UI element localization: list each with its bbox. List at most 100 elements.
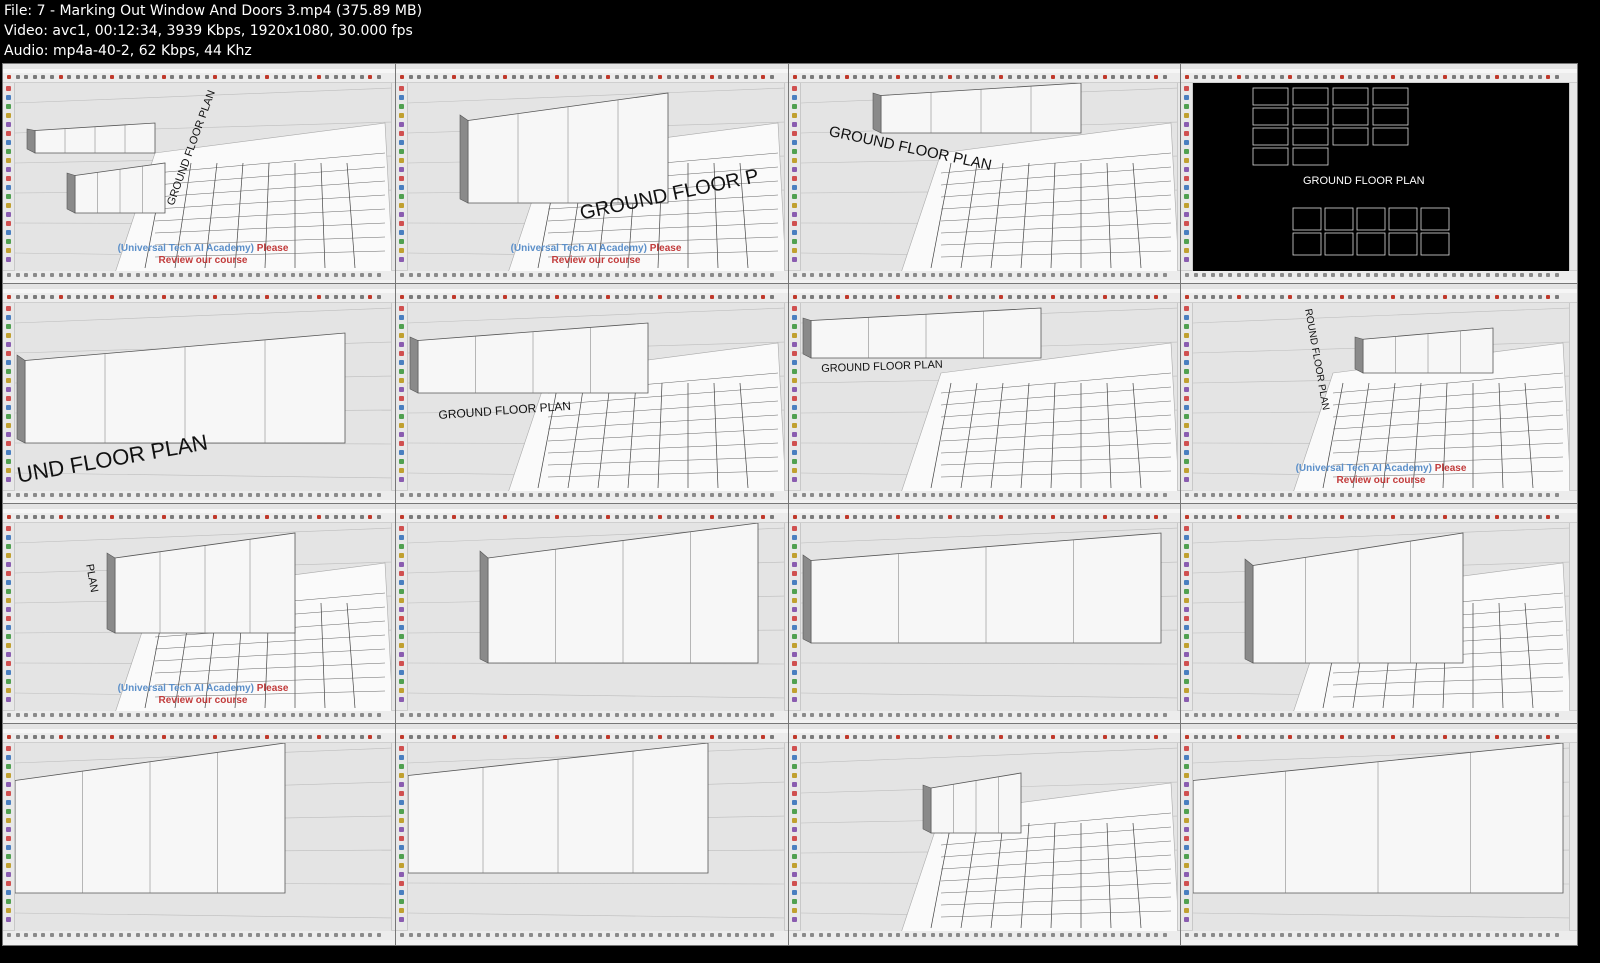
toolbar-icon[interactable] [563, 933, 568, 937]
tool-icon[interactable] [1184, 746, 1189, 751]
toolbar-icon[interactable] [887, 713, 892, 717]
toolbar-icon[interactable] [359, 933, 364, 937]
tool-icon[interactable] [792, 230, 797, 235]
toolbar-icon[interactable] [761, 295, 766, 299]
toolbar-icon[interactable] [1262, 515, 1267, 519]
toolbar-icon[interactable] [520, 735, 525, 739]
toolbar-icon[interactable] [546, 273, 551, 277]
toolbar-icon[interactable] [1076, 493, 1081, 497]
toolbar-icon[interactable] [701, 295, 705, 299]
toolbar-icon[interactable] [503, 735, 508, 739]
tool-icon[interactable] [792, 580, 797, 585]
toolbar-icon[interactable] [359, 75, 364, 79]
toolbar-icon[interactable] [861, 273, 866, 277]
toolbar-icon[interactable] [153, 735, 158, 739]
tool-icon[interactable] [1184, 423, 1189, 428]
toolbar-icon[interactable] [1460, 273, 1465, 277]
tool-icon[interactable] [1184, 104, 1189, 109]
tool-icon[interactable] [792, 257, 797, 262]
tool-icon[interactable] [399, 441, 404, 446]
toolbar-icon[interactable] [990, 273, 995, 277]
toolbar-icon[interactable] [333, 713, 338, 717]
toolbar-icon[interactable] [1154, 273, 1159, 277]
tool-icon[interactable] [399, 652, 404, 657]
toolbar-icon[interactable] [1494, 713, 1499, 717]
tool-icon[interactable] [1184, 670, 1189, 675]
toolbar-icon[interactable] [127, 933, 132, 937]
toolbar-icon[interactable] [589, 273, 594, 277]
toolbar-icon[interactable] [118, 493, 123, 497]
toolbar-icon[interactable] [1486, 493, 1490, 497]
toolbar-icon[interactable] [256, 75, 261, 79]
toolbar-icon[interactable] [947, 75, 952, 79]
toolbar-icon[interactable] [1434, 735, 1439, 739]
toolbar-icon[interactable] [443, 735, 447, 739]
toolbar-icon[interactable] [999, 515, 1004, 519]
toolbar-icon[interactable] [273, 493, 278, 497]
toolbar-icon[interactable] [1391, 515, 1396, 519]
toolbar-icon[interactable] [503, 273, 508, 277]
tool-icon[interactable] [1184, 800, 1189, 805]
toolbar-icon[interactable] [41, 713, 46, 717]
tool-icon[interactable] [792, 607, 797, 612]
toolbar-icon[interactable] [956, 295, 961, 299]
model-viewport[interactable]: GROUND FLOOR P (Universal Tech AI Academy… [408, 83, 784, 271]
toolbar-icon[interactable] [408, 273, 413, 277]
toolbar-icon[interactable] [718, 273, 723, 277]
toolbar-icon[interactable] [1137, 273, 1141, 277]
toolbar-icon[interactable] [999, 735, 1004, 739]
toolbar-icon[interactable] [1119, 75, 1124, 79]
toolbar-icon[interactable] [675, 75, 680, 79]
toolbar-icon[interactable] [546, 933, 551, 937]
toolbar-icon[interactable] [1408, 713, 1413, 717]
toolbar-icon[interactable] [1271, 735, 1275, 739]
tool-icon[interactable] [399, 872, 404, 877]
tool-icon[interactable] [6, 652, 11, 657]
toolbar-icon[interactable] [965, 273, 969, 277]
toolbar-icon[interactable] [1296, 75, 1301, 79]
toolbar-icon[interactable] [376, 735, 381, 739]
toolbar-icon[interactable] [1288, 933, 1293, 937]
toolbar-icon[interactable] [1162, 295, 1167, 299]
toolbar-icon[interactable] [1305, 713, 1310, 717]
tool-icon[interactable] [399, 342, 404, 347]
toolbar-icon[interactable] [1016, 713, 1021, 717]
toolbar-icon[interactable] [67, 713, 72, 717]
tool-icon[interactable] [399, 791, 404, 796]
toolbar-icon[interactable] [1554, 933, 1559, 937]
toolbar-icon[interactable] [861, 295, 866, 299]
toolbar-icon[interactable] [1008, 295, 1012, 299]
toolbar-icon[interactable] [299, 515, 304, 519]
toolbar-icon[interactable] [1460, 933, 1465, 937]
toolbar-icon[interactable] [1236, 75, 1241, 79]
tool-icon[interactable] [6, 158, 11, 163]
toolbar-icon[interactable] [1322, 933, 1327, 937]
toolbar-icon[interactable] [870, 493, 875, 497]
tool-icon[interactable] [399, 387, 404, 392]
toolbar-icon[interactable] [683, 515, 688, 519]
toolbar-icon[interactable] [494, 735, 499, 739]
toolbar-icon[interactable] [1094, 735, 1098, 739]
tool-icon[interactable] [399, 315, 404, 320]
toolbar-icon[interactable] [1546, 933, 1551, 937]
toolbar-icon[interactable] [1085, 713, 1090, 717]
toolbar-icon[interactable] [554, 933, 559, 937]
tool-icon[interactable] [6, 441, 11, 446]
toolbar-icon[interactable] [136, 273, 140, 277]
toolbar-icon[interactable] [1236, 735, 1241, 739]
toolbar-icon[interactable] [136, 75, 140, 79]
toolbar-icon[interactable] [658, 273, 662, 277]
tool-icon[interactable] [6, 324, 11, 329]
toolbar-icon[interactable] [443, 515, 447, 519]
toolbar-icon[interactable] [965, 515, 969, 519]
toolbar-icon[interactable] [675, 273, 680, 277]
tool-icon[interactable] [1184, 589, 1189, 594]
toolbar-icon[interactable] [1236, 295, 1241, 299]
toolbar-icon[interactable] [827, 493, 832, 497]
toolbar-icon[interactable] [425, 933, 430, 937]
tool-icon[interactable] [6, 113, 11, 118]
toolbar-icon[interactable] [308, 295, 312, 299]
toolbar-icon[interactable] [1503, 933, 1508, 937]
toolbar-icon[interactable] [1391, 75, 1396, 79]
toolbar-icon[interactable] [1382, 295, 1387, 299]
